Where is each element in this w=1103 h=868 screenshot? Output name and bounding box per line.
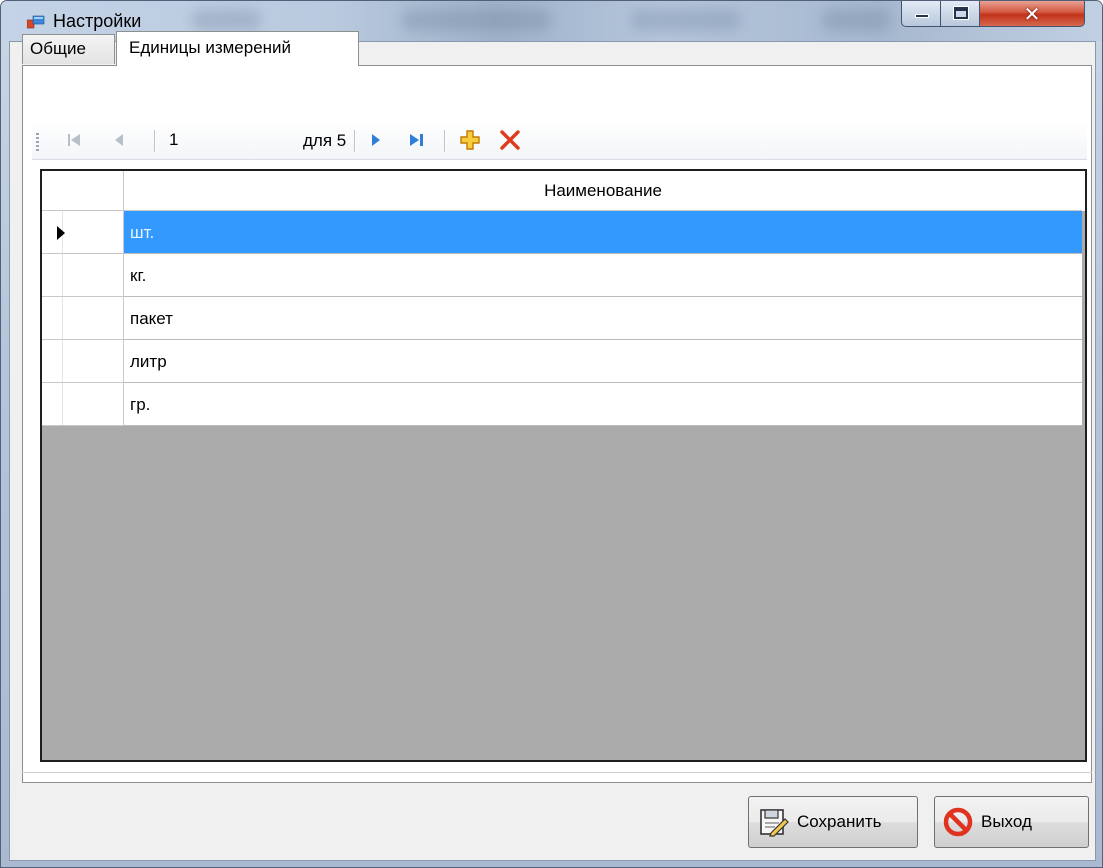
app-icon	[27, 15, 45, 29]
delete-button[interactable]	[496, 127, 524, 153]
move-previous-button[interactable]	[108, 127, 132, 153]
close-button[interactable]: ✕	[979, 1, 1085, 27]
row-header[interactable]	[42, 254, 124, 297]
record-count-label: для 5	[303, 131, 347, 150]
row-header[interactable]	[42, 383, 124, 426]
add-new-button[interactable]	[456, 127, 484, 153]
units-grid[interactable]: Наименование шт. кг. пакет литр гр.	[40, 169, 1087, 762]
toolbar-separator	[354, 130, 355, 152]
save-button[interactable]: Сохранить	[748, 796, 918, 848]
exit-button[interactable]: Выход	[934, 796, 1089, 848]
exit-button-label: Выход	[981, 812, 1032, 831]
table-cell[interactable]: литр	[124, 340, 1082, 383]
row-header[interactable]	[42, 297, 124, 340]
grid-header: Наименование	[42, 171, 1085, 211]
delete-icon	[500, 130, 520, 150]
maximize-icon	[954, 7, 968, 19]
close-icon: ✕	[1023, 4, 1041, 26]
move-previous-icon	[115, 134, 123, 146]
row-header[interactable]	[42, 340, 124, 383]
minimize-icon	[915, 14, 929, 18]
table-row[interactable]: пакет	[42, 297, 1082, 340]
table-row[interactable]: кг.	[42, 254, 1082, 297]
table-cell[interactable]: кг.	[124, 254, 1082, 297]
table-cell[interactable]: пакет	[124, 297, 1082, 340]
current-row-arrow-icon	[57, 226, 65, 240]
settings-window: Настройки ✕ Общие Единицы измерений для …	[0, 0, 1103, 868]
bottom-divider	[22, 772, 1092, 773]
move-next-icon	[372, 134, 380, 146]
no-entry-icon	[943, 807, 973, 837]
table-row[interactable]: гр.	[42, 383, 1082, 426]
toolbar-separator	[444, 130, 445, 152]
binding-navigator: для 5	[32, 121, 1087, 160]
move-first-button[interactable]	[62, 127, 86, 153]
table-cell[interactable]: шт.	[124, 211, 1082, 254]
table-row[interactable]: шт.	[42, 211, 1082, 254]
column-header-name[interactable]: Наименование	[124, 171, 1082, 211]
toolbar-separator	[154, 130, 155, 152]
move-last-button[interactable]	[402, 127, 432, 153]
position-input[interactable]	[167, 128, 255, 152]
grid-header-corner[interactable]	[42, 171, 124, 211]
save-icon	[760, 809, 789, 837]
tab-general[interactable]: Общие	[22, 34, 115, 64]
move-last-icon	[410, 134, 423, 146]
toolbar-grip[interactable]	[36, 133, 39, 151]
add-icon	[460, 130, 480, 150]
row-header[interactable]	[42, 211, 124, 254]
maximize-button[interactable]	[940, 1, 980, 27]
window-title: Настройки	[53, 11, 142, 31]
table-row[interactable]: литр	[42, 340, 1082, 383]
move-next-button[interactable]	[360, 127, 390, 153]
table-cell[interactable]: гр.	[124, 383, 1082, 426]
save-button-label: Сохранить	[797, 812, 882, 831]
minimize-button[interactable]	[901, 1, 941, 27]
tab-units[interactable]: Единицы измерений	[116, 31, 359, 66]
move-first-icon	[68, 134, 80, 146]
